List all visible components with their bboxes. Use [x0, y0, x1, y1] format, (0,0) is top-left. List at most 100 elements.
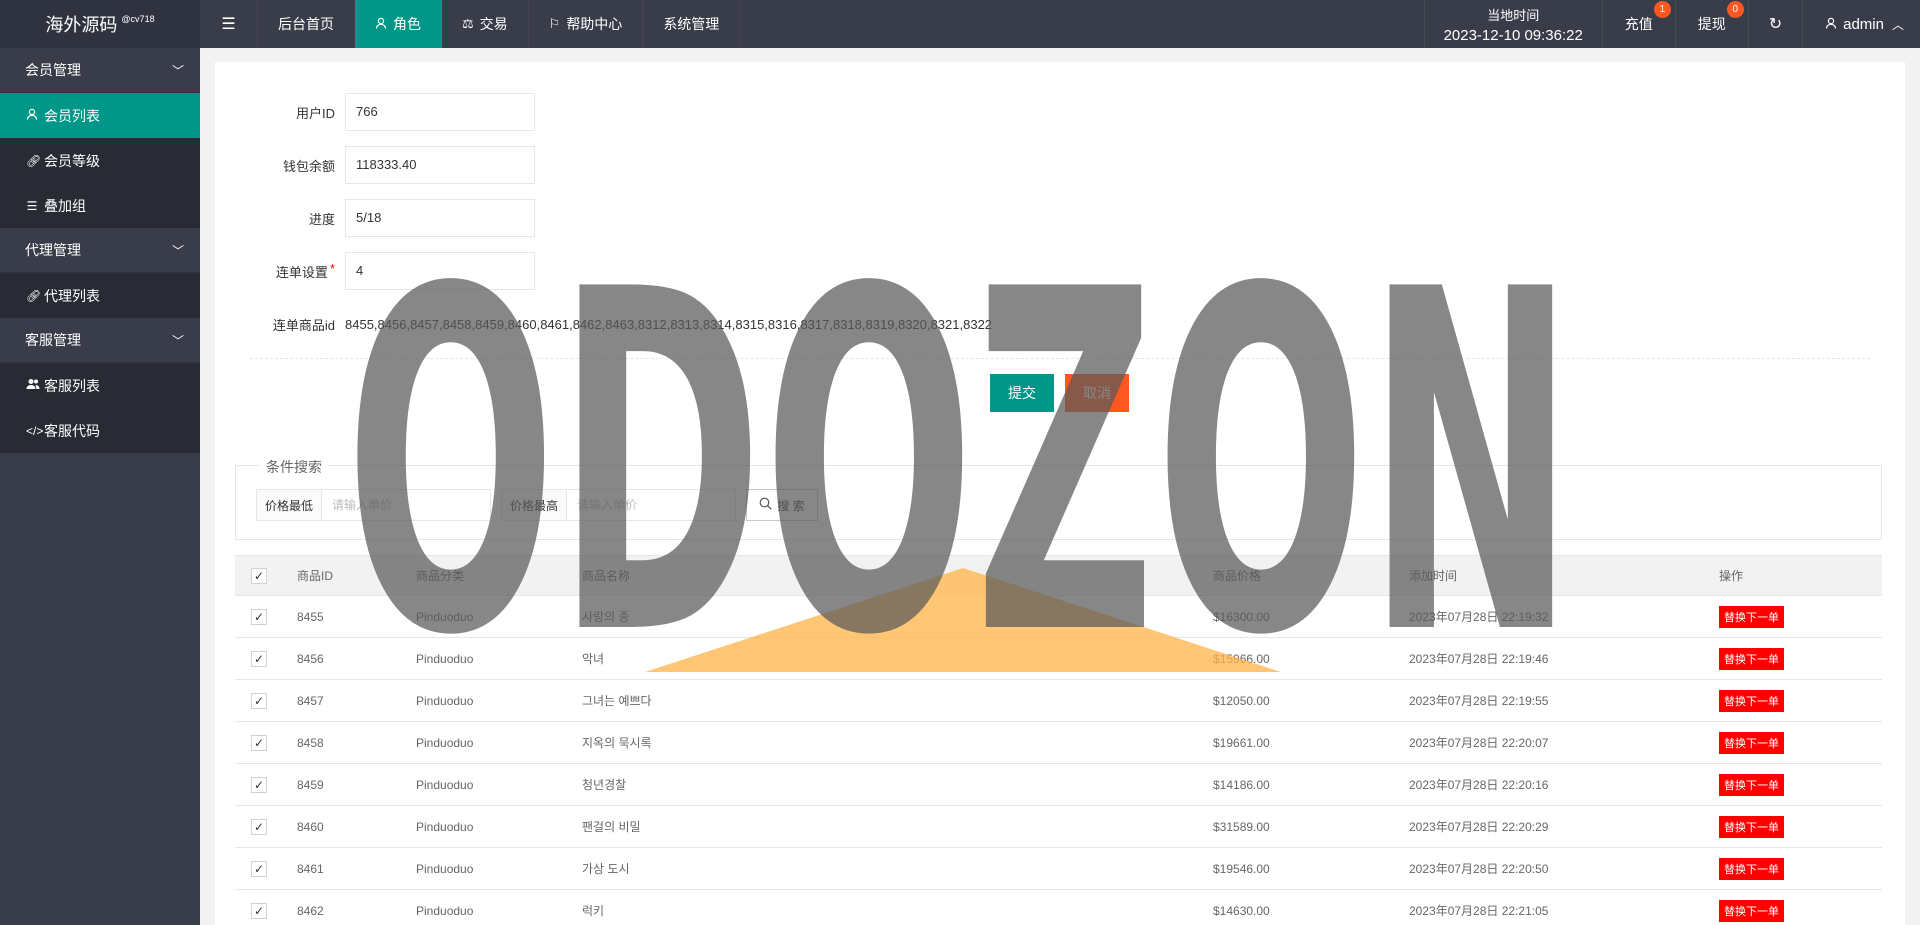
cell-category: Pinduoduo	[416, 777, 474, 792]
replace-next-button[interactable]: 替换下一单	[1719, 689, 1784, 712]
cell-price: $19661.00	[1213, 735, 1270, 750]
user-id-field[interactable]: 766	[345, 93, 535, 131]
chain-ids-value: 8455,8456,8457,8458,8459,8460,8461,8462,…	[345, 316, 993, 332]
sidebar-group-label: 会员管理	[25, 62, 81, 78]
row-select-cell: ✓	[235, 650, 282, 667]
row-checkbox[interactable]: ✓	[251, 818, 267, 835]
sidebar-item-label: 叠加组	[44, 197, 86, 214]
cell-price: $31589.00	[1213, 819, 1270, 834]
table-row: ✓ 8461 Pinduoduo 가상 도시 $19546.00 2023年07…	[235, 848, 1882, 890]
row-checkbox[interactable]: ✓	[251, 608, 267, 625]
sidebar-item-label: 会员列表	[44, 107, 100, 124]
price-max-group: 价格最高	[501, 489, 736, 521]
cell-op: 替换下一单	[1704, 899, 1882, 922]
replace-next-button[interactable]: 替换下一单	[1719, 647, 1784, 670]
cell-id: 8456	[297, 651, 324, 666]
table-row: ✓ 8457 Pinduoduo 그녀는 예쁘다 $12050.00 2023年…	[235, 680, 1882, 722]
cancel-button[interactable]: 取消	[1065, 374, 1129, 412]
cell-price: $19546.00	[1213, 861, 1270, 876]
cell-id: 8458	[297, 735, 324, 750]
cell-name: 지옥의 묵시록	[582, 736, 652, 750]
cell-op: 替换下一单	[1704, 773, 1882, 796]
refresh-button[interactable]: ↻	[1747, 0, 1802, 48]
sidebar-group-agent[interactable]: 代理管理 ﹀	[0, 228, 200, 273]
row-select-cell: ✓	[235, 734, 282, 751]
sidebar-item-overlay-group[interactable]: ☰ 叠加组	[0, 183, 200, 228]
chevron-up-icon: ︿	[1891, 17, 1904, 32]
cell-time: 2023年07月28日 22:20:50	[1409, 862, 1549, 876]
replace-next-button[interactable]: 替换下一单	[1719, 857, 1784, 880]
chevron-down-icon: ﹀	[171, 333, 184, 348]
price-min-input[interactable]	[322, 490, 490, 520]
sidebar-group-service[interactable]: 客服管理 ﹀	[0, 318, 200, 363]
row-checkbox[interactable]: ✓	[251, 860, 267, 877]
top-nav-right: 当地时间 2023-12-10 09:36:22 充值 1 提现 0 ↻ adm…	[1423, 0, 1920, 48]
row-select-cell: ✓	[235, 902, 282, 919]
local-time-label: 当地时间	[1487, 7, 1540, 23]
form-row-user-id: 用户ID 766	[215, 93, 535, 131]
col-header-name: 商品名称	[582, 569, 631, 583]
row-select-cell: ✓	[235, 818, 282, 835]
replace-next-button[interactable]: 替换下一单	[1719, 731, 1784, 754]
sidebar-item-member-level[interactable]: 🔗︎ 会员等级	[0, 138, 200, 183]
replace-next-button[interactable]: 替换下一单	[1719, 899, 1784, 922]
nav-help[interactable]: ⚐ 帮助中心	[529, 0, 644, 48]
sidebar-group-member[interactable]: 会员管理 ﹀	[0, 48, 200, 93]
admin-menu[interactable]: admin ︿	[1802, 0, 1920, 48]
cell-op: 替换下一单	[1704, 689, 1882, 712]
row-checkbox[interactable]: ✓	[251, 902, 267, 919]
cell-op: 替换下一单	[1704, 815, 1882, 838]
logo: 海外源码 @cv718	[0, 0, 200, 48]
nav-system[interactable]: 系统管理	[643, 0, 741, 48]
table-header: ✓ 商品ID 商品分类 商品名称 商品价格 添加时间 操作	[235, 555, 1882, 596]
cell-time: 2023年07月28日 22:19:46	[1409, 652, 1549, 666]
row-select-cell: ✓	[235, 776, 282, 793]
sidebar-toggle-button[interactable]: ☰	[200, 0, 258, 48]
cell-time: 2023年07月28日 22:20:07	[1409, 736, 1549, 750]
sidebar-item-service-code[interactable]: </> 客服代码	[0, 408, 200, 453]
link-icon: 🔗︎	[26, 153, 42, 168]
recharge-button[interactable]: 充值 1	[1601, 0, 1675, 48]
balance-field[interactable]: 118333.40	[345, 146, 535, 184]
admin-label: admin	[1843, 15, 1884, 33]
replace-next-button[interactable]: 替换下一单	[1719, 815, 1784, 838]
nav-home-label: 后台首页	[278, 16, 334, 32]
chain-field[interactable]: 4	[345, 252, 535, 290]
table-row: ✓ 8455 Pinduoduo 사랑의 종 $16300.00 2023年07…	[235, 596, 1882, 638]
row-checkbox[interactable]: ✓	[251, 776, 267, 793]
sidebar-item-agent-list[interactable]: 🔗︎ 代理列表	[0, 273, 200, 318]
replace-next-button[interactable]: 替换下一单	[1719, 605, 1784, 628]
row-checkbox[interactable]: ✓	[251, 734, 267, 751]
replace-next-button[interactable]: 替换下一单	[1719, 773, 1784, 796]
search-fieldset: 条件搜索 价格最低 价格最高 搜 索	[235, 457, 1882, 540]
cell-price: $16300.00	[1213, 609, 1270, 624]
cell-price: $12050.00	[1213, 693, 1270, 708]
local-time: 当地时间 2023-12-10 09:36:22	[1423, 0, 1602, 48]
withdraw-button[interactable]: 提现 0	[1674, 0, 1748, 48]
select-all-checkbox[interactable]: ✓	[251, 567, 267, 584]
price-max-input[interactable]	[567, 490, 735, 520]
sidebar-group-label: 客服管理	[25, 332, 81, 348]
chain-label: 连单设置 *	[215, 261, 345, 281]
row-select-cell: ✓	[235, 608, 282, 625]
flag-icon: ⚐	[548, 16, 561, 31]
cell-time: 2023年07月28日 22:19:55	[1409, 694, 1549, 708]
nav-trade[interactable]: ⚖ 交易	[442, 0, 529, 48]
sidebar-item-label: 客服代码	[44, 422, 100, 439]
sidebar-item-service-list[interactable]: 客服列表	[0, 363, 200, 408]
user-icon	[26, 108, 38, 123]
recharge-label: 充值	[1624, 16, 1653, 32]
submit-button[interactable]: 提交	[990, 374, 1054, 412]
row-checkbox[interactable]: ✓	[251, 692, 267, 709]
form-divider	[250, 358, 1870, 359]
row-checkbox[interactable]: ✓	[251, 650, 267, 667]
progress-field[interactable]: 5/18	[345, 199, 535, 237]
nav-role[interactable]: 角色	[355, 0, 442, 48]
sidebar-item-member-list[interactable]: 会员列表	[0, 93, 200, 138]
search-button[interactable]: 搜 索	[746, 489, 818, 521]
nav-home[interactable]: 后台首页	[258, 0, 355, 48]
logo-name: 海外源码	[45, 15, 118, 35]
sidebar-item-label: 客服列表	[44, 377, 100, 394]
sidebar-group-label: 代理管理	[25, 242, 81, 258]
price-min-label: 价格最低	[257, 490, 322, 520]
